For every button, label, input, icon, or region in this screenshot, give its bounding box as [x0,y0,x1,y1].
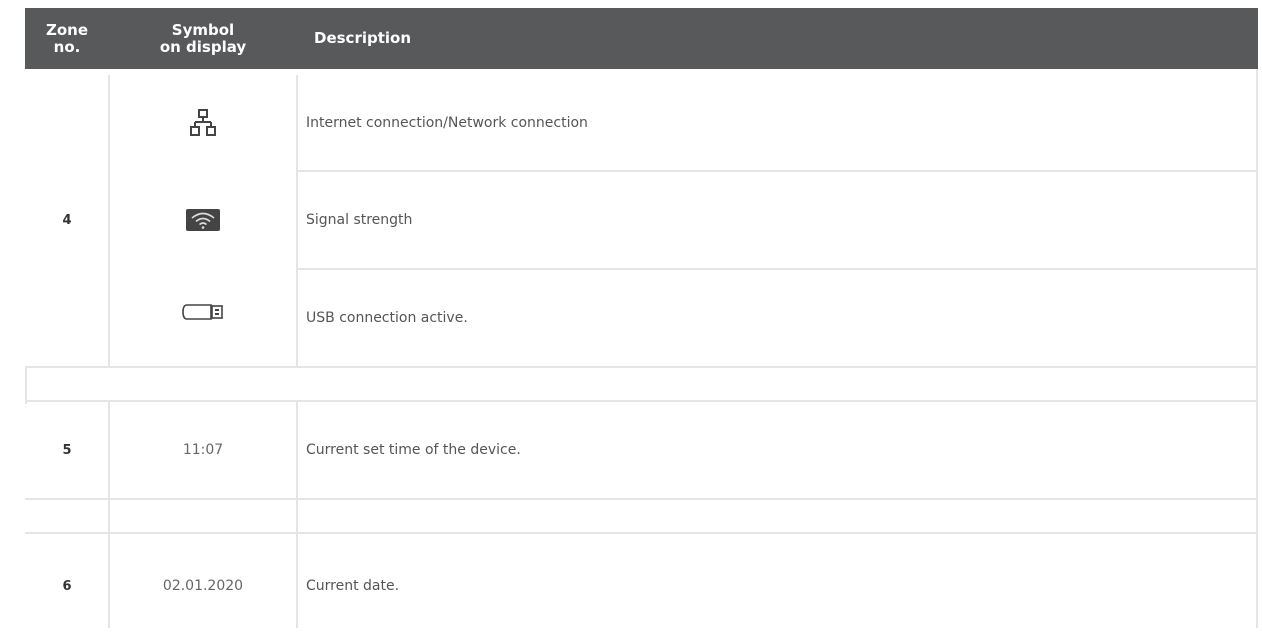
row-description: Current date. [306,578,400,594]
row-description: Current set time of the device. [306,442,521,458]
table-header: Zone no. Symbol on display Description [25,8,1258,69]
wifi-signal-icon [186,209,220,231]
table-border-left [25,366,27,404]
row-description: Signal strength [306,212,413,228]
header-zone-no: Zone no. [45,20,89,56]
zone-number: 5 [62,442,72,458]
row-description: Internet connection/Network connection [306,114,588,131]
usb-stick-icon [182,304,224,320]
row-divider [25,366,1258,368]
symbol-cell [109,270,297,366]
network-icon [190,108,216,137]
header-description: Description [314,29,412,47]
symbol-table: Zone no. Symbol on display Description 4 [25,8,1258,628]
symbol-date: 02.01.2020 [162,578,244,594]
header-symbol-on-display: Symbol on display [159,20,247,56]
zone-number: 6 [62,578,72,594]
symbol-cell [109,75,297,170]
symbol-time: 11:07 [182,442,224,458]
row-description: USB connection active. [306,310,468,326]
zone-number: 4 [62,213,72,228]
symbol-cell [109,172,297,268]
row-divider [25,498,1258,500]
